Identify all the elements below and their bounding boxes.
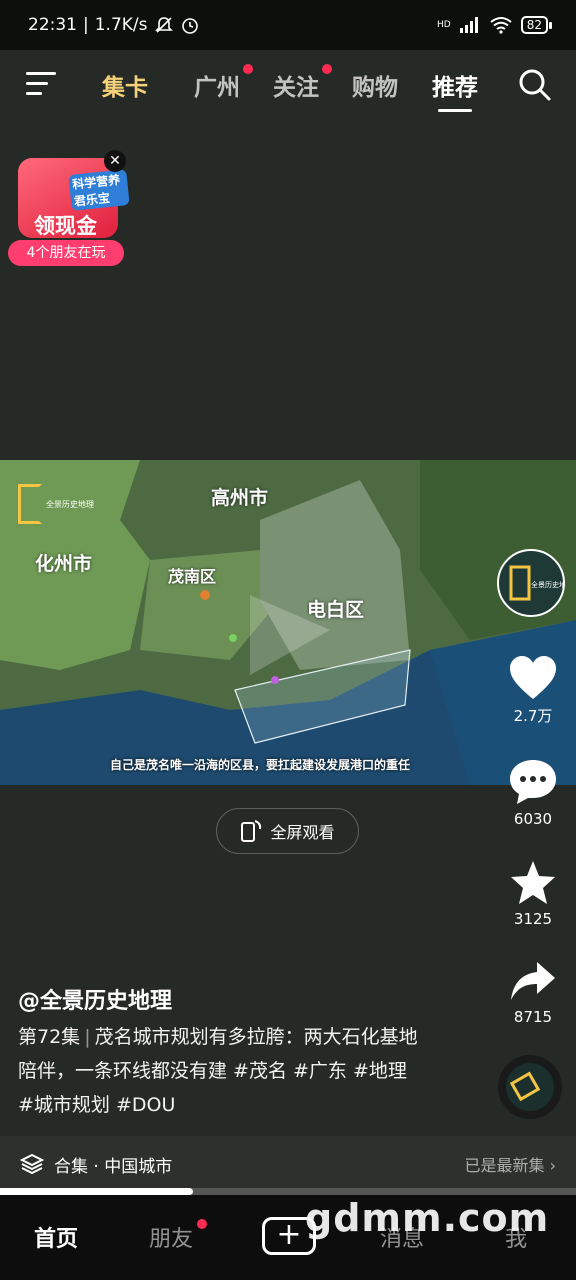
favorite-count: 3125 xyxy=(513,910,553,928)
tab-guangzhou[interactable]: 广州 xyxy=(194,68,240,102)
channel-logo: 全景历史地理 xyxy=(18,484,94,524)
mute-icon xyxy=(154,17,173,33)
nav-home[interactable]: 首页 xyxy=(34,1221,78,1253)
battery-indicator: 82 xyxy=(520,16,553,34)
disc-logo-icon xyxy=(509,1071,541,1102)
top-nav: 集卡 广州 关注 购物 推荐 xyxy=(0,50,576,120)
episode-label: 第72集 xyxy=(18,1026,81,1048)
status-bar: 22:31 | 1.7K/s HD 82 xyxy=(0,0,576,50)
author-name[interactable]: @全景历史地理 xyxy=(18,983,172,1015)
channel-logo-text: 全景历史地理 xyxy=(46,499,94,509)
layers-icon xyxy=(20,1153,44,1175)
video-progress-bar[interactable] xyxy=(0,1188,576,1195)
cash-promo-widget[interactable]: 科学营养 君乐宝 领现金 4个朋友在玩 ✕ xyxy=(8,150,130,270)
collection-bar[interactable]: 合集 · 中国城市 已是最新集 › xyxy=(0,1136,576,1192)
comment-button[interactable]: 6030 xyxy=(500,758,566,828)
status-time: 22:31 xyxy=(28,15,77,35)
network-type: HD xyxy=(437,20,451,30)
comment-count: 6030 xyxy=(513,810,553,828)
tab-shopping[interactable]: 购物 xyxy=(352,68,398,102)
menu-icon[interactable] xyxy=(26,72,56,96)
desc-separator: | xyxy=(84,1026,91,1048)
avatar-logo-icon: 全景历史地理 xyxy=(509,565,563,601)
video-subtitle: 自己是茂名唯一沿海的区县，要扛起建设发展港口的重任 xyxy=(110,758,411,772)
tab-following[interactable]: 关注 xyxy=(273,68,319,102)
post-description: 第72集 | 茂名城市规划有多拉胯：两大石化基地陪伴，一条环线都没有建 #茂名 #广… xyxy=(18,1020,418,1122)
alarm-icon xyxy=(181,18,198,34)
rotate-screen-icon xyxy=(241,820,262,842)
friends-badge xyxy=(197,1219,207,1229)
like-count: 2.7万 xyxy=(513,707,553,725)
fullscreen-label: 全屏观看 xyxy=(270,823,335,842)
music-disc[interactable] xyxy=(498,1055,562,1119)
search-icon[interactable] xyxy=(518,68,552,102)
favorite-button[interactable]: 3125 xyxy=(500,860,566,928)
tab-recommended[interactable]: 推荐 xyxy=(432,68,478,112)
watermark: gdmm.com xyxy=(305,1196,550,1240)
signal-icon xyxy=(459,17,478,33)
video-frame[interactable]: 全景历史地理 高州市 化州市 茂南区 电白区 自己是茂名唯一沿海的区县，要扛起建… xyxy=(0,460,576,785)
nav-friends[interactable]: 朋友 xyxy=(149,1221,193,1253)
wifi-icon xyxy=(490,17,512,34)
fullscreen-button[interactable]: 全屏观看 xyxy=(216,808,359,854)
star-icon xyxy=(511,861,555,904)
promo-title: 领现金 xyxy=(34,214,97,238)
logo-frame-icon xyxy=(18,484,42,524)
collection-status-text: 已是最新集 xyxy=(464,1156,545,1175)
promo-subtitle: 4个朋友在玩 xyxy=(8,240,124,266)
progress-fill xyxy=(0,1188,193,1195)
share-button[interactable]: 8715 xyxy=(500,960,566,1026)
author-avatar[interactable]: 全景历史地理 xyxy=(497,549,565,617)
svg-text:全景历史地理: 全景历史地理 xyxy=(531,580,563,589)
map-label-maonan: 茂南区 xyxy=(168,567,217,586)
comment-icon xyxy=(510,760,556,804)
share-icon xyxy=(511,962,555,1000)
map-label-dianbai: 电白区 xyxy=(307,599,365,621)
close-icon[interactable]: ✕ xyxy=(104,150,126,172)
share-count: 8715 xyxy=(513,1008,553,1026)
chevron-right-icon: › xyxy=(549,1156,556,1175)
status-divider: | xyxy=(83,15,89,35)
map-label-huazhou: 化州市 xyxy=(35,553,93,575)
map-label-gaozhou: 高州市 xyxy=(211,487,269,509)
following-badge xyxy=(322,64,332,74)
guangzhou-badge xyxy=(243,64,253,74)
like-button[interactable]: 2.7万 xyxy=(500,655,566,726)
collection-status: 已是最新集 › xyxy=(464,1152,556,1176)
tab-cards[interactable]: 集卡 xyxy=(102,68,148,102)
collection-label: 合集 · 中国城市 xyxy=(54,1156,173,1177)
promo-brand: 科学营养 君乐宝 xyxy=(68,169,130,211)
heart-icon xyxy=(510,656,556,699)
status-speed: 1.7K/s xyxy=(94,15,148,35)
